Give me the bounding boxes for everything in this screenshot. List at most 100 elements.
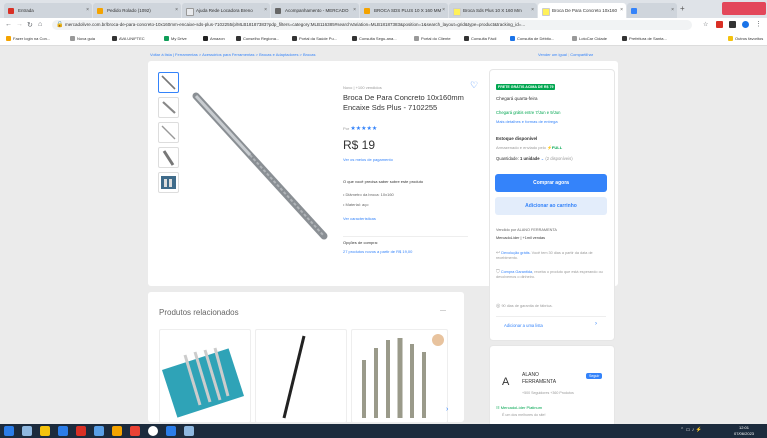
back-icon[interactable]: ←: [5, 21, 12, 28]
browser-tab[interactable]: Ajuda Rede Locadora Breno ×: [182, 3, 270, 18]
bookmark-item[interactable]: Consulta de Débito...: [510, 36, 554, 42]
site-icon: [186, 8, 194, 16]
app-icon[interactable]: [112, 426, 122, 436]
reload-icon[interactable]: ↻: [27, 21, 33, 29]
breadcrumb[interactable]: Voltar à lista | Ferramentas > Acessório…: [150, 52, 315, 57]
lock-icon: 🔒: [56, 22, 64, 28]
close-tab-icon[interactable]: ×: [442, 3, 445, 18]
stock-sub: Armazenado e enviado pelo ⚡FULL: [496, 145, 563, 150]
browser-tab[interactable]: Acompanhamento - MERCADO ×: [271, 3, 359, 18]
browser-tab[interactable]: Entrada ×: [4, 3, 92, 18]
product-thumbnail[interactable]: [158, 147, 179, 168]
app-icon[interactable]: [166, 426, 176, 436]
bookmark-item[interactable]: Fazer login na Con...: [6, 36, 50, 42]
product-thumbnail[interactable]: [158, 72, 179, 93]
browser-tab[interactable]: Broca Sds Plus 10 X 160 Mm ×: [449, 3, 537, 18]
full-badge: ⚡FULL: [546, 145, 563, 150]
browser-tab-active[interactable]: Broca De Para Concreto 10x160 ×: [538, 3, 626, 18]
browser-tab[interactable]: ×: [627, 3, 677, 18]
window-controls[interactable]: [722, 2, 766, 15]
carousel-next-icon[interactable]: ›: [446, 406, 448, 413]
bookmark-item[interactable]: Conselho Regiona...: [236, 36, 279, 42]
product-condition: Novo | +100 vendidos: [343, 85, 382, 90]
close-tab-icon[interactable]: ×: [264, 3, 267, 18]
drive-icon: [164, 36, 169, 42]
feature-item: • Material: aço: [343, 202, 369, 207]
share-link[interactable]: Compartilhar: [570, 52, 593, 57]
extension-icon[interactable]: [729, 21, 736, 28]
bookmark-item[interactable]: Prefeitura de Santa...: [622, 36, 667, 42]
product-image: [192, 92, 328, 240]
browser-tab[interactable]: BROCA SDS PLUS 10 X 160 MM ×: [360, 3, 448, 18]
drill-bit-set-image: [362, 334, 444, 418]
browser-toolbar: ← → ↻ ⌂ 🔒 mercadolivre.com.br/broca-de-p…: [0, 18, 767, 34]
outlook-icon[interactable]: [58, 426, 68, 436]
clock[interactable]: 12:01 07/06/2023: [734, 425, 754, 437]
start-icon[interactable]: [4, 426, 14, 436]
app-icon[interactable]: [76, 426, 86, 436]
add-to-cart-button[interactable]: Adicionar ao carrinho: [495, 197, 607, 215]
buy-now-button[interactable]: Comprar agora: [495, 174, 607, 192]
app-icon[interactable]: [184, 426, 194, 436]
app-icon[interactable]: [130, 426, 140, 436]
related-product-card[interactable]: [351, 329, 448, 423]
rating-stars[interactable]: ★★★★★: [350, 126, 377, 132]
bookmark-item[interactable]: Portal da Saúde Pu...: [292, 36, 337, 42]
system-tray-icons[interactable]: ⌃ ▭ ♪ ⚡: [680, 427, 702, 433]
bookmark-item[interactable]: Nova guia: [70, 36, 95, 42]
bookmark-item[interactable]: My Drive: [164, 36, 187, 42]
product-thumbnail[interactable]: [158, 122, 179, 143]
close-tab-icon[interactable]: ×: [671, 3, 674, 18]
extension-icon[interactable]: [716, 21, 723, 28]
close-tab-icon[interactable]: ×: [175, 3, 178, 18]
sold-by-label[interactable]: Vendido por ALANO FERRAMENTA: [496, 228, 557, 232]
menu-icon[interactable]: ⋮: [755, 20, 762, 28]
payment-methods-link[interactable]: Ver os meios de pagamento: [343, 157, 393, 162]
other-bookmarks[interactable]: Outros favoritos: [728, 36, 763, 42]
mercadolivre-icon: [453, 8, 461, 16]
app-icon[interactable]: [94, 426, 104, 436]
product-thumbnail[interactable]: [158, 172, 179, 193]
star-icon[interactable]: ☆: [703, 21, 708, 28]
shipping-details-link[interactable]: Mais detalhes e formas de entrega: [496, 119, 558, 124]
drill-kit-thumb-icon: [161, 176, 176, 189]
mercadolivre-icon: [542, 8, 550, 16]
buy-options-label: Opções de compra:: [343, 240, 378, 245]
bookmark-item[interactable]: Amazon: [203, 36, 225, 42]
buy-options-link[interactable]: 27 produtos novos a partir de R$ 19,00: [343, 249, 412, 254]
bookmark-item[interactable]: Consulta Segu-ana...: [352, 36, 397, 42]
search-icon[interactable]: [22, 426, 32, 436]
bookmark-item[interactable]: AVA UNIFTEC: [112, 36, 145, 42]
tab-strip: Entrada × Pedido Rolado (1092) × Ajuda Red…: [0, 0, 767, 18]
collapse-icon[interactable]: —: [440, 308, 446, 314]
divider: [496, 316, 606, 317]
drill-bit-thumb-icon: [161, 125, 176, 140]
related-product-card[interactable]: [159, 329, 251, 423]
heart-icon[interactable]: ♡: [470, 80, 478, 91]
browser-tab[interactable]: Pedido Rolado (1092) ×: [93, 3, 181, 18]
add-to-list-link[interactable]: Adicionar a uma lista: [504, 323, 543, 328]
bookmark-item[interactable]: Consulta Fácil: [464, 36, 496, 42]
chrome-icon[interactable]: [148, 426, 158, 436]
quantity-selector[interactable]: Quantidade: 1 unidade ⌄ (2 disponíveis): [496, 156, 573, 161]
close-tab-icon[interactable]: ×: [620, 3, 623, 18]
bookmark-item[interactable]: LotoCar Cidade: [572, 36, 607, 42]
top-links: Vender um igual | Compartilhar: [538, 52, 594, 57]
drill-bit-thumb-icon: [161, 75, 176, 90]
related-product-card[interactable]: [255, 329, 347, 423]
home-icon[interactable]: ⌂: [38, 21, 42, 28]
bookmark-item[interactable]: Portal do Cliente: [414, 36, 451, 42]
profile-icon[interactable]: [742, 21, 749, 28]
new-tab-button[interactable]: +: [680, 4, 685, 13]
close-tab-icon[interactable]: ×: [86, 3, 89, 18]
features-link[interactable]: Ver características: [343, 216, 376, 221]
forward-icon[interactable]: →: [16, 21, 23, 28]
close-tab-icon[interactable]: ×: [531, 3, 534, 18]
seller-name[interactable]: ALANO FERRAMENTA: [522, 372, 556, 386]
close-tab-icon[interactable]: ×: [353, 3, 356, 18]
file-explorer-icon[interactable]: [40, 426, 50, 436]
address-bar[interactable]: 🔒 mercadolivre.com.br/broca-de-para-conc…: [52, 20, 692, 30]
product-thumbnail[interactable]: [158, 97, 179, 118]
follow-button[interactable]: Seguir: [586, 373, 603, 379]
sell-similar-link[interactable]: Vender um igual: [538, 52, 567, 57]
